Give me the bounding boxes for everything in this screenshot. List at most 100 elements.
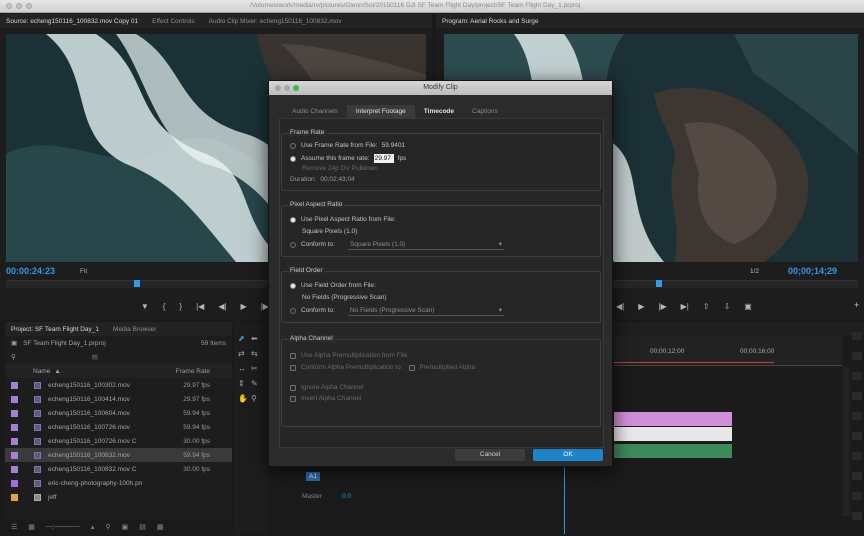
use-field-order-from-file-option[interactable]: Use Field Order from File: [290, 282, 376, 289]
selection-tool-icon[interactable]: ⬈ [238, 334, 251, 343]
cancel-button[interactable]: Cancel [455, 449, 525, 461]
invert-alpha-option[interactable]: Invert Alpha Channel [290, 395, 361, 402]
rolling-edit-tool-icon[interactable]: ⇆ [251, 349, 264, 358]
video-clip-pink[interactable] [614, 412, 732, 426]
zoom-slider[interactable]: ─○───── [46, 524, 80, 531]
track-a1-label[interactable]: A1 [306, 472, 320, 481]
conform-alpha-checkbox[interactable] [290, 364, 296, 371]
new-item-icon[interactable]: ▤ [139, 523, 146, 531]
step-back-icon[interactable]: ◀| [218, 302, 226, 311]
hand-tool-icon[interactable]: ✋ [238, 394, 251, 403]
add-button-icon[interactable]: + [854, 300, 859, 310]
label-color-swatch[interactable] [11, 479, 18, 487]
project-list-item[interactable]: echeng150116_100414.mov 29.97 fps [5, 392, 232, 406]
use-frame-rate-radio[interactable] [290, 142, 296, 149]
new-bin-icon[interactable]: ▣ [122, 523, 129, 531]
tab-effect-controls[interactable]: Effect Controls [152, 18, 195, 25]
project-list-item[interactable]: echeng150116_100604.mov 59.94 fps [5, 406, 232, 420]
use-frame-rate-from-file-option[interactable]: Use Frame Rate from File: 59.9401 [290, 142, 405, 149]
source-timecode[interactable]: 00:00:24:23 [6, 266, 55, 276]
conform-pixel-aspect-radio[interactable] [290, 241, 296, 248]
project-list-item[interactable]: echeng150116_100726.mov 59.94 fps [5, 420, 232, 434]
label-color-swatch[interactable] [11, 423, 18, 431]
window-controls[interactable] [6, 3, 32, 9]
go-to-in-icon[interactable]: |◀ [196, 302, 204, 311]
conform-pixel-aspect-option[interactable]: Conform to: [290, 241, 335, 248]
rate-stretch-tool-icon[interactable]: ↔ [238, 364, 251, 373]
source-playhead[interactable] [134, 280, 140, 287]
tab-interpret-footage[interactable]: Interpret Footage [346, 105, 415, 118]
label-color-swatch[interactable] [11, 465, 18, 473]
audio-clip-green[interactable] [614, 444, 732, 458]
conform-field-order-radio[interactable] [290, 307, 296, 314]
master-volume[interactable]: 0.0 [342, 493, 351, 500]
ripple-edit-tool-icon[interactable]: ⇄ [238, 349, 251, 358]
use-alpha-premult-checkbox[interactable] [290, 352, 296, 359]
use-pixel-aspect-radio[interactable] [290, 216, 296, 223]
timeline-time-ruler[interactable]: 00;00;12;00 00;00;16;00 [614, 336, 842, 366]
slip-tool-icon[interactable]: ⇕ [238, 379, 251, 388]
step-forward-icon[interactable]: |▶ [658, 302, 666, 311]
use-pixel-aspect-from-file-option[interactable]: Use Pixel Aspect Ratio from File: [290, 216, 396, 223]
label-color-swatch[interactable] [11, 493, 18, 501]
tab-media-browser[interactable]: Media Browser [113, 326, 156, 333]
conform-alpha-option[interactable]: Conform Alpha Premultiplication to: Prem… [290, 364, 475, 371]
search-icon[interactable]: ⚲ [11, 353, 16, 361]
camera-icon[interactable]: ▣ [744, 302, 752, 311]
label-color-swatch[interactable] [11, 395, 18, 403]
pen-tool-icon[interactable]: ✎ [251, 379, 264, 388]
automate-icon[interactable]: ▴ [91, 523, 95, 531]
label-color-swatch[interactable] [11, 409, 18, 417]
go-to-out-icon[interactable]: ▶| [681, 302, 689, 311]
dialog-window-controls[interactable] [275, 85, 299, 91]
tab-audio-clip-mixer[interactable]: Audio Clip Mixer: echeng150116_100832.mo… [209, 18, 342, 25]
premultiplied-alpha-checkbox[interactable] [408, 364, 415, 371]
use-alpha-premult-option[interactable]: Use Alpha Premultiplication from File [290, 352, 407, 359]
label-color-swatch[interactable] [11, 437, 18, 445]
find-icon[interactable]: ⚲ [105, 523, 110, 531]
work-area-bar[interactable] [614, 362, 774, 363]
project-list-item[interactable]: eric-cheng-photography-100h.pn [5, 476, 232, 490]
video-clip-white[interactable] [614, 427, 732, 441]
step-back-icon[interactable]: ◀| [616, 302, 624, 311]
frame-rate-input[interactable]: 29.97 [373, 154, 394, 163]
tab-captions[interactable]: Captions [463, 105, 507, 118]
project-list-item[interactable]: echeng150116_100832.mov 59.94 fps [5, 448, 232, 462]
bracket-out-icon[interactable]: } [179, 302, 182, 311]
razor-tool-icon[interactable]: ✂ [251, 364, 264, 373]
invert-alpha-checkbox[interactable] [290, 395, 296, 402]
timeline-scrollbar[interactable] [842, 366, 850, 516]
column-name-header[interactable]: Name [33, 368, 50, 375]
tab-timecode[interactable]: Timecode [415, 105, 463, 118]
source-fit-select[interactable]: Fit [80, 268, 87, 275]
ok-button[interactable]: OK [533, 449, 603, 461]
trash-icon[interactable]: ▦ [157, 523, 164, 531]
tab-audio-channels[interactable]: Audio Channels [283, 105, 347, 118]
mark-in-icon[interactable]: ▼ [141, 302, 149, 311]
ignore-alpha-option[interactable]: Ignore Alpha Channel [290, 384, 364, 391]
project-list-item[interactable]: echeng150116_100726.mov C 30.00 fps [5, 434, 232, 448]
project-list-item[interactable]: echeng150116_100832.mov C 30.00 fps [5, 462, 232, 476]
program-timecode[interactable]: 00;00;14;29 [788, 266, 837, 276]
lift-icon[interactable]: ⇧ [703, 302, 710, 311]
column-framerate-header[interactable]: Frame Rate [176, 368, 210, 375]
icon-view-icon[interactable]: ▦ [28, 523, 35, 531]
play-icon[interactable]: ▶ [241, 302, 247, 311]
program-zoom-select[interactable]: 1/2 [750, 268, 759, 275]
extract-icon[interactable]: ⇩ [724, 302, 731, 311]
label-color-swatch[interactable] [11, 451, 18, 459]
assume-frame-rate-radio[interactable] [290, 155, 296, 162]
sort-ascending-icon[interactable]: ▲ [54, 368, 60, 375]
track-select-tool-icon[interactable]: ⬅ [251, 334, 264, 343]
use-field-order-radio[interactable] [290, 282, 296, 289]
tab-source[interactable]: Source: echeng150116_100832.mov Copy 01 [6, 18, 138, 25]
project-list-item[interactable]: jeff [5, 490, 232, 504]
project-list-item[interactable]: echeng150116_100302.mov 29.97 fps [5, 378, 232, 392]
list-view-icon[interactable]: ☰ [11, 523, 17, 531]
conform-field-order-option[interactable]: Conform to: [290, 307, 335, 314]
bin-icon[interactable]: ▤ [92, 353, 98, 361]
bracket-in-icon[interactable]: { [163, 302, 166, 311]
zoom-tool-icon[interactable]: ⚲ [251, 394, 264, 403]
field-order-select[interactable]: No Fields (Progressive Scan) [348, 306, 504, 316]
pixel-aspect-select[interactable]: Square Pixels (1.0) [348, 240, 504, 250]
